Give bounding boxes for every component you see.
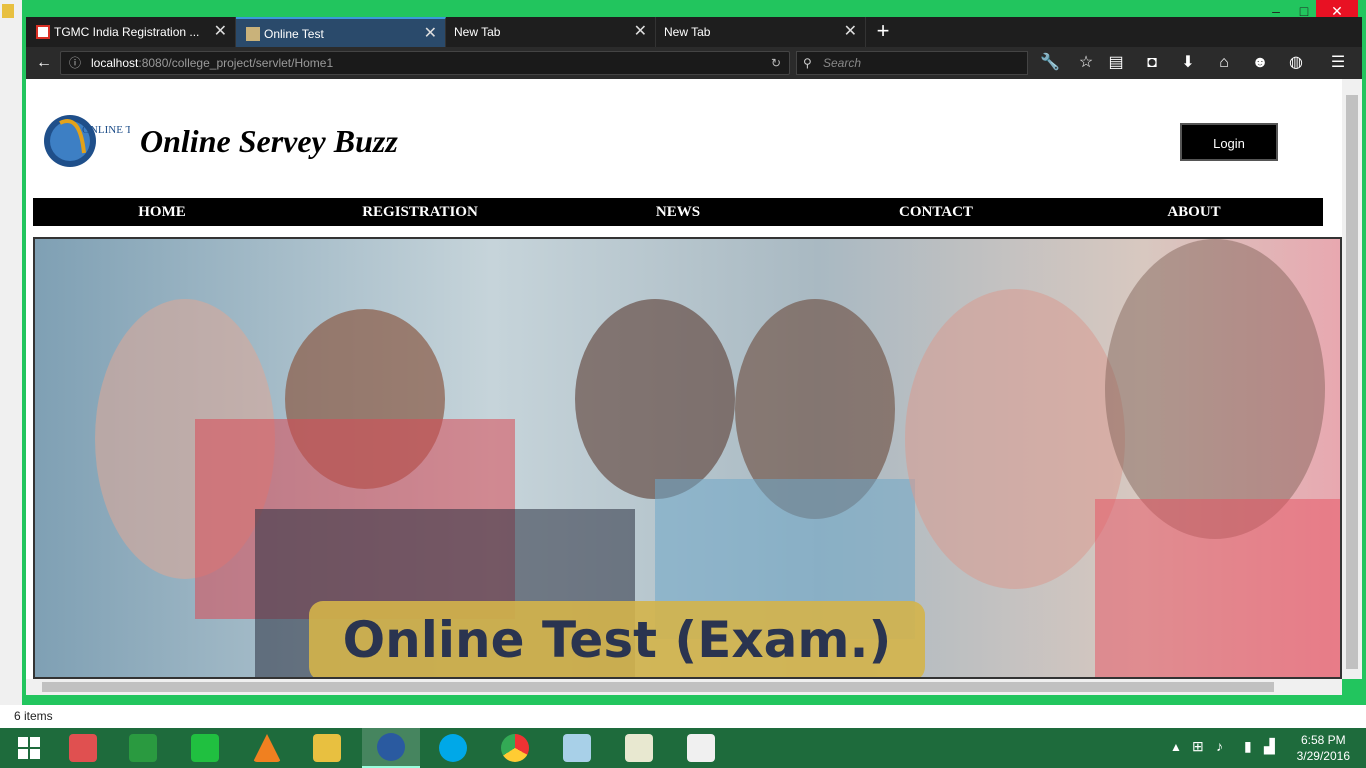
home-icon[interactable]: ⌂: [1212, 51, 1236, 75]
horizontal-scrollbar[interactable]: [26, 679, 1342, 695]
tab-label: New Tab: [454, 25, 501, 39]
close-tab-icon[interactable]: ✕: [634, 17, 647, 47]
tab-new-2[interactable]: New Tab ✕: [656, 17, 866, 47]
player-app[interactable]: [176, 728, 234, 768]
signal-icon[interactable]: ▟: [1264, 738, 1275, 755]
scroll-thumb[interactable]: [42, 682, 1274, 692]
back-icon[interactable]: ←: [32, 51, 56, 75]
start-button[interactable]: [0, 728, 58, 768]
banner-caption: Online Test (Exam.): [342, 611, 892, 669]
pocket-icon[interactable]: ◘: [1140, 51, 1164, 75]
clock-time: 6:58 PM: [1300, 733, 1346, 747]
url-path: :8080/college_project/servlet/Home1: [138, 56, 334, 70]
notes-app[interactable]: [548, 728, 606, 768]
desktop-strip: [0, 0, 24, 705]
tab-label: Online Test: [264, 27, 324, 41]
java-app[interactable]: [672, 728, 730, 768]
chrome-app[interactable]: [486, 728, 544, 768]
store-icon: [129, 734, 157, 762]
reload-icon[interactable]: ↻: [771, 52, 781, 74]
close-tab-icon[interactable]: ✕: [214, 17, 227, 47]
menu-news[interactable]: NEWS: [549, 198, 807, 226]
java-icon: [687, 734, 715, 762]
menu-about[interactable]: ABOUT: [1065, 198, 1323, 226]
logo-text: ONLINE TEST: [82, 124, 130, 136]
explorer-status-bar: 6 items: [0, 705, 1366, 728]
tab-label: TGMC India Registration ...: [54, 25, 200, 39]
gmail-icon: [36, 25, 50, 39]
hello-icon[interactable]: ☻: [1248, 51, 1272, 75]
url-host: localhost: [91, 56, 139, 70]
nav-toolbar: ← ⓘ localhost:8080/college_project/servl…: [26, 47, 1362, 79]
globe-icon[interactable]: ◍: [1284, 51, 1308, 75]
hero-banner-image: Online Test (Exam.): [33, 237, 1342, 679]
scroll-thumb[interactable]: [1346, 95, 1358, 669]
page-icon: [246, 27, 260, 41]
volume-icon[interactable]: ♪: [1216, 738, 1223, 754]
taskbar: ▲ ⊞ ♪ ▮ ▟ 6:58 PM 3/29/2016: [0, 728, 1366, 768]
tab-label: New Tab: [664, 25, 711, 39]
wrench-icon[interactable]: 🔧: [1038, 51, 1062, 75]
main-menu: HOME REGISTRATION NEWS CONTACT ABOUT: [33, 198, 1323, 226]
skype-icon: [439, 734, 467, 762]
clock[interactable]: 6:58 PM 3/29/2016: [1297, 732, 1350, 764]
new-tab-button[interactable]: +: [866, 17, 900, 47]
items-count: 6 items: [14, 709, 53, 723]
paint-app[interactable]: [54, 728, 112, 768]
paint-icon: [69, 734, 97, 762]
tray-chevron-icon[interactable]: ▲: [1170, 740, 1182, 754]
online-test-logo: ONLINE TEST: [44, 115, 130, 167]
battery-icon[interactable]: ▮: [1244, 738, 1252, 755]
firefox-icon: [377, 733, 405, 761]
search-icon: ⚲: [803, 56, 812, 70]
tab-tgmc[interactable]: TGMC India Registration ... ✕: [26, 17, 236, 47]
menu-registration[interactable]: REGISTRATION: [291, 198, 549, 226]
bookmark-star-icon[interactable]: ☆: [1074, 51, 1098, 75]
clock-date: 3/29/2016: [1296, 749, 1350, 763]
menu-contact[interactable]: CONTACT: [807, 198, 1065, 226]
vertical-scrollbar[interactable]: [1342, 79, 1362, 679]
notes-icon: [563, 734, 591, 762]
search-input[interactable]: ⚲ Search: [796, 51, 1028, 75]
page-viewport: ONLINE TEST Online Servey Buzz Login HOM…: [26, 79, 1342, 679]
explorer-app[interactable]: [298, 728, 356, 768]
vlc-app[interactable]: [238, 728, 296, 768]
site-title: Online Servey Buzz: [140, 123, 398, 159]
store-app[interactable]: [114, 728, 172, 768]
download-icon[interactable]: ⬇: [1176, 51, 1200, 75]
notepad-icon: [625, 734, 653, 762]
tab-bar: TGMC India Registration ... ✕ Online Tes…: [26, 17, 1362, 47]
windows-icon: [18, 737, 40, 759]
menu-home[interactable]: HOME: [33, 198, 291, 226]
notepad-app[interactable]: [610, 728, 668, 768]
reading-list-icon[interactable]: ▤: [1104, 51, 1128, 75]
url-bar[interactable]: ⓘ localhost:8080/college_project/servlet…: [60, 51, 790, 75]
tab-online-test[interactable]: Online Test ✕: [236, 17, 446, 47]
folder-icon: [313, 734, 341, 762]
browser-window: – □ ✕ TGMC India Registration ... ✕ Onli…: [22, 0, 1366, 705]
login-button[interactable]: Login: [1180, 123, 1278, 161]
skype-app[interactable]: [424, 728, 482, 768]
vlc-icon: [253, 734, 281, 762]
search-placeholder: Search: [823, 56, 862, 70]
close-tab-icon[interactable]: ✕: [844, 17, 857, 47]
chrome-icon: [501, 734, 529, 762]
tab-new-1[interactable]: New Tab ✕: [446, 17, 656, 47]
firefox-app[interactable]: [362, 728, 420, 768]
menu-icon[interactable]: ☰: [1326, 51, 1350, 75]
network-icon[interactable]: ⊞: [1192, 738, 1204, 755]
info-icon: ⓘ: [69, 56, 82, 70]
play-icon: [191, 734, 219, 762]
close-tab-icon[interactable]: ✕: [424, 19, 437, 49]
folder-icon: [2, 4, 14, 18]
